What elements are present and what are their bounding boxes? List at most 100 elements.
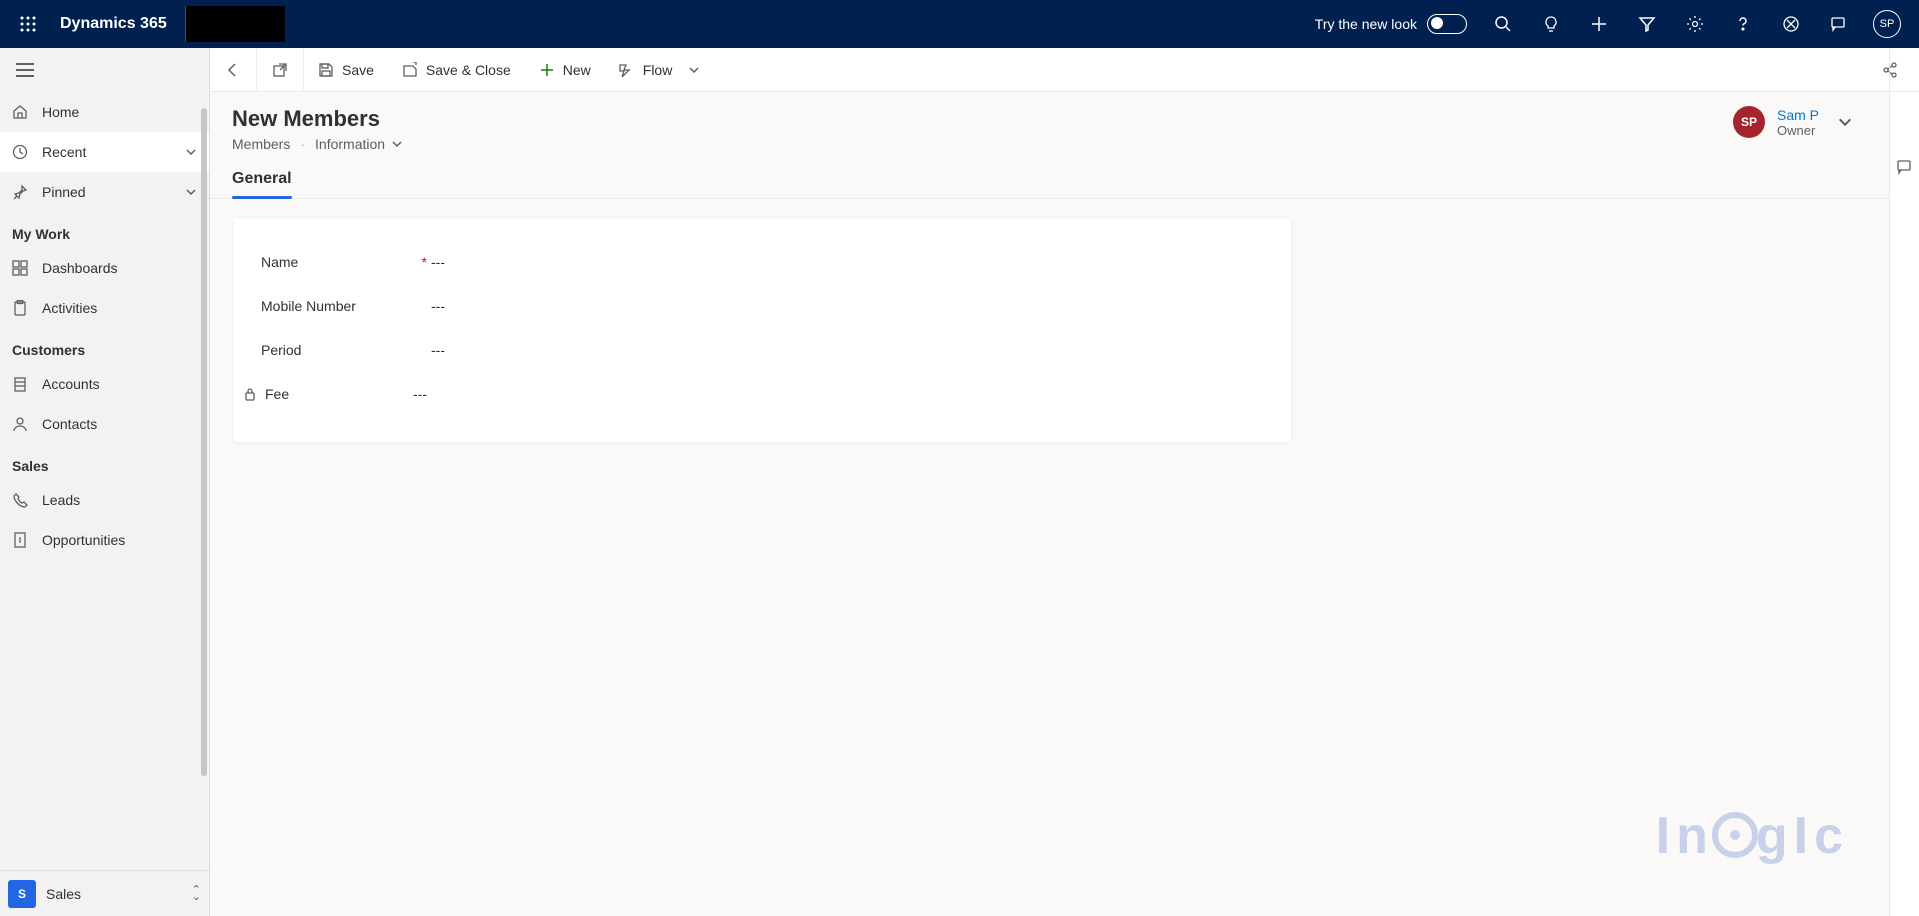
sidebar: Home Recent Pinned My Work Dashboards Ac… — [0, 48, 210, 916]
clock-icon — [12, 144, 28, 160]
main: Save Save & Close New Flow — [210, 48, 1919, 916]
sidebar-item-recent[interactable]: Recent — [0, 132, 209, 172]
sidebar-item-opportunities[interactable]: Opportunities — [0, 520, 209, 560]
sidebar-group-sales: Sales — [0, 444, 209, 480]
sidebar-item-contacts[interactable]: Contacts — [0, 404, 209, 444]
save-close-button[interactable]: Save & Close — [388, 48, 525, 92]
entity-label: Members — [232, 136, 290, 152]
sidebar-item-activities[interactable]: Activities — [0, 288, 209, 328]
field-value: --- — [431, 254, 445, 270]
sidebar-item-home[interactable]: Home — [0, 92, 209, 132]
sidebar-item-pinned[interactable]: Pinned — [0, 172, 209, 212]
open-new-window-button[interactable] — [257, 48, 304, 92]
app-name: Sales — [46, 886, 81, 902]
new-button[interactable]: New — [525, 48, 605, 92]
tab-general[interactable]: General — [232, 170, 292, 198]
sidebar-footer-app[interactable]: S Sales ⌃⌄ — [0, 870, 209, 916]
sidebar-item-label: Home — [42, 104, 79, 120]
redacted-area — [185, 6, 285, 42]
document-icon — [12, 532, 28, 548]
back-button[interactable] — [210, 48, 257, 92]
building-icon — [12, 376, 28, 392]
owner-avatar: SP — [1733, 106, 1765, 138]
sidebar-item-dashboards[interactable]: Dashboards — [0, 248, 209, 288]
sidebar-item-accounts[interactable]: Accounts — [0, 364, 209, 404]
chevron-down-icon — [1837, 114, 1853, 130]
form-name: Information — [315, 136, 385, 152]
sidebar-item-label: Leads — [42, 492, 80, 508]
topbar: Dynamics 365 Try the new look SP — [0, 0, 1919, 48]
field-value: --- — [413, 386, 427, 402]
person-icon — [12, 416, 28, 432]
link-icon[interactable] — [1767, 0, 1815, 48]
field-label: Mobile Number — [261, 298, 356, 314]
sidebar-item-label: Pinned — [42, 184, 86, 200]
lightbulb-icon[interactable] — [1527, 0, 1575, 48]
field-value: --- — [431, 298, 445, 314]
save-button[interactable]: Save — [304, 48, 388, 92]
search-icon[interactable] — [1479, 0, 1527, 48]
owner-name: Sam P — [1777, 107, 1819, 123]
sidebar-item-label: Accounts — [42, 376, 100, 392]
chat-rail-icon[interactable] — [1896, 158, 1914, 176]
scrollbar[interactable] — [201, 108, 207, 776]
field-label: Name — [261, 254, 298, 270]
sidebar-group-mywork: My Work — [0, 212, 209, 248]
sidebar-item-label: Contacts — [42, 416, 97, 432]
phone-icon — [12, 492, 28, 508]
brand-title[interactable]: Dynamics 365 — [48, 15, 179, 33]
hamburger-icon[interactable] — [0, 48, 209, 92]
sidebar-group-customers: Customers — [0, 328, 209, 364]
try-new-look[interactable]: Try the new look — [1315, 14, 1479, 34]
dashboard-icon — [12, 260, 28, 276]
save-icon — [318, 62, 334, 78]
home-icon — [12, 104, 28, 120]
field-mobile[interactable]: Mobile Number --- — [261, 284, 1263, 328]
save-close-icon — [402, 62, 418, 78]
command-bar: Save Save & Close New Flow — [210, 48, 1919, 92]
filter-icon[interactable] — [1623, 0, 1671, 48]
chat-rail — [1889, 48, 1919, 916]
form-tabs: General — [210, 170, 1889, 199]
watermark: IngIc — [1656, 806, 1849, 866]
form-selector[interactable]: Information — [315, 136, 403, 152]
field-fee: Fee --- — [261, 372, 1263, 416]
header-chevron[interactable] — [1837, 114, 1853, 130]
app-launcher-icon[interactable] — [8, 0, 48, 48]
field-period[interactable]: Period --- — [261, 328, 1263, 372]
field-name[interactable]: Name * --- — [261, 240, 1263, 284]
save-close-label: Save & Close — [426, 62, 511, 78]
owner-role: Owner — [1777, 123, 1819, 138]
chat-icon[interactable] — [1815, 0, 1863, 48]
chevron-down-icon — [185, 186, 197, 198]
save-label: Save — [342, 62, 374, 78]
plus-icon[interactable] — [1575, 0, 1623, 48]
chevron-down-icon — [391, 138, 403, 150]
flow-button[interactable]: Flow — [605, 48, 715, 92]
user-avatar[interactable]: SP — [1863, 0, 1911, 48]
chevron-down-icon — [688, 64, 700, 76]
sidebar-item-label: Activities — [42, 300, 97, 316]
try-new-look-label: Try the new look — [1315, 16, 1417, 32]
chevron-down-icon — [185, 146, 197, 158]
try-new-look-toggle[interactable] — [1427, 14, 1467, 34]
form-card: Name * --- Mobile Number --- Period --- — [232, 217, 1292, 443]
form-header: New Members Members · Information SP Sam… — [210, 92, 1889, 152]
flow-icon — [619, 62, 635, 78]
required-mark: * — [422, 254, 427, 270]
flow-label: Flow — [643, 62, 673, 78]
lock-icon — [243, 387, 257, 401]
breadcrumb: Members · Information — [232, 136, 1867, 152]
sidebar-item-leads[interactable]: Leads — [0, 480, 209, 520]
page-title: New Members — [232, 106, 1867, 132]
gear-icon[interactable] — [1671, 0, 1719, 48]
plus-icon — [539, 62, 555, 78]
field-label: Period — [261, 342, 301, 358]
sidebar-item-label: Opportunities — [42, 532, 125, 548]
owner-box[interactable]: SP Sam P Owner — [1733, 106, 1819, 138]
help-icon[interactable] — [1719, 0, 1767, 48]
chevron-updown-icon: ⌃⌄ — [192, 887, 201, 901]
field-label: Fee — [265, 386, 289, 402]
field-value: --- — [431, 342, 445, 358]
app-tile: S — [8, 880, 36, 908]
